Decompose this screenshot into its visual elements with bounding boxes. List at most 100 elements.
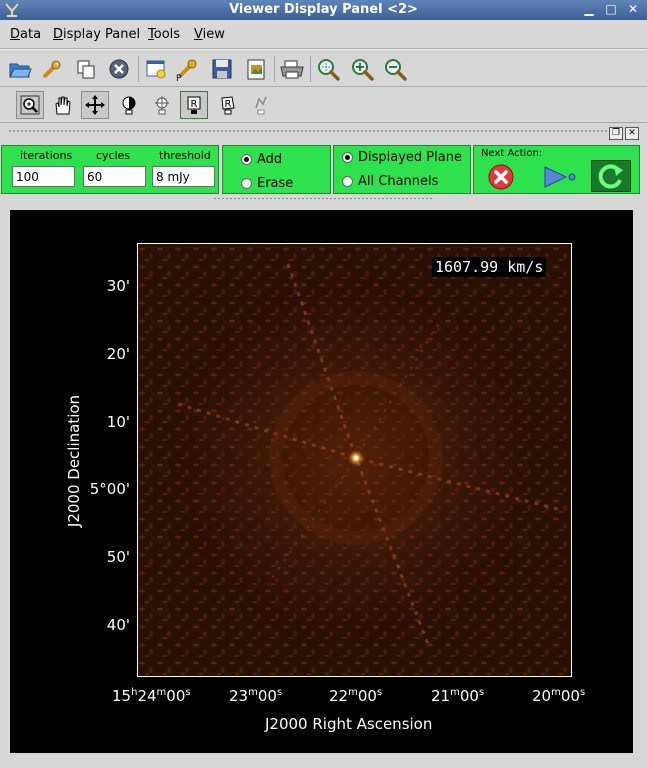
x-tick-label: 20m00s (532, 687, 586, 705)
y-tick-label: 20' (106, 345, 130, 363)
x-tick-label: 21m00s (431, 687, 485, 705)
toolbar2-separator-line (0, 122, 647, 123)
menu-display-panel[interactable]: Display Panel (53, 27, 140, 42)
menu-separator-light (0, 49, 647, 50)
pan-hand-icon[interactable] (48, 91, 76, 119)
y-tick-label: 50' (106, 548, 130, 566)
threshold-input[interactable] (152, 166, 215, 187)
image-canvas[interactable] (137, 243, 572, 677)
status-strip (0, 757, 647, 768)
y-tick-label: 10' (106, 413, 130, 431)
close-panel-icon[interactable] (105, 55, 133, 83)
main-toolbar: P (0, 53, 647, 87)
menu-data-label: ata (20, 27, 42, 42)
menu-view-label: iew (202, 27, 225, 42)
y-tick-label: 5°00' (89, 480, 130, 498)
open-folder-icon[interactable] (6, 55, 34, 83)
clean-parameters-group: iterations cycles threshold (1, 145, 219, 194)
y-axis-title: J2000 Declination (65, 394, 83, 528)
y-tick-label: 40' (106, 616, 130, 634)
cycles-input[interactable] (83, 166, 146, 187)
menu-display-panel-label: isplay Panel (63, 27, 141, 42)
add-radio[interactable]: Add (241, 152, 282, 167)
play-arrow-icon (544, 166, 576, 188)
erase-radio-indicator[interactable] (241, 178, 252, 189)
all-channels-label: All Channels (358, 174, 439, 189)
x-tick-seconds: 00 (459, 687, 479, 705)
svg-text:P: P (176, 74, 182, 82)
zoom-in-icon[interactable] (348, 55, 376, 83)
y-tick-label: 30' (106, 277, 130, 295)
done-cleaning-button[interactable] (591, 160, 631, 192)
zoom-out-icon[interactable] (381, 55, 409, 83)
panel-resize-grip[interactable] (213, 197, 433, 200)
contrast-tool-icon[interactable] (115, 91, 143, 119)
x-tick-seconds: 00 (257, 687, 277, 705)
rectangle-region-icon[interactable]: R (180, 91, 208, 119)
iterations-input[interactable] (12, 166, 75, 187)
menu-bar: Data Display Panel Tools View (0, 22, 647, 46)
close-icon[interactable]: ✕ (625, 2, 641, 17)
panel-wrench-icon[interactable]: P (174, 55, 202, 83)
dock-grip[interactable] (8, 129, 608, 133)
menu-data[interactable]: Data (10, 27, 41, 42)
window-title: Viewer Display Panel <2> (229, 2, 418, 17)
toolbar-separator (274, 56, 275, 82)
menu-data-key: D (10, 27, 21, 42)
save-icon[interactable] (208, 55, 236, 83)
mask-mode-group: Add Erase (222, 145, 331, 194)
mask-scope-group: Displayed Plane All Channels (333, 145, 471, 194)
x-tick-minutes: 24 (137, 687, 157, 705)
x-tick-minutes: 23 (229, 687, 249, 705)
stop-cleaning-button[interactable] (486, 163, 516, 191)
add-radio-indicator[interactable] (241, 154, 252, 165)
svg-text:R: R (191, 99, 198, 110)
polygon-region-icon[interactable]: R (214, 91, 242, 119)
new-panel-icon[interactable] (142, 55, 170, 83)
menu-view-key: V (194, 27, 203, 42)
erase-radio-label: Erase (257, 176, 294, 191)
maximize-icon[interactable]: □ (603, 2, 619, 17)
export-image-icon[interactable] (242, 55, 270, 83)
erase-radio[interactable]: Erase (241, 176, 293, 191)
move-arrows-icon[interactable] (81, 91, 109, 119)
svg-text:R: R (225, 99, 232, 110)
next-action-label: Next Action: (481, 148, 543, 159)
polyline-tool-icon[interactable] (247, 91, 275, 119)
displayed-plane-label: Displayed Plane (358, 150, 462, 165)
toolbar-separator (310, 56, 311, 82)
threshold-label: threshold (159, 149, 211, 162)
zoom-tool-icon[interactable] (16, 91, 44, 119)
wrench-icon[interactable] (38, 55, 66, 83)
x-tick-hours: 15 (112, 687, 132, 705)
x-tick-seconds: 00 (560, 687, 580, 705)
x-tick-minutes: 21 (431, 687, 451, 705)
menu-display-panel-key: D (53, 27, 64, 42)
dock-close-icon[interactable]: ✕ (625, 127, 639, 140)
all-channels-radio[interactable]: All Channels (342, 174, 438, 189)
velocity-label: 1607.99 km/s (432, 257, 547, 277)
displayed-plane-radio[interactable]: Displayed Plane (342, 150, 462, 165)
minimize-icon[interactable]: ▁ (581, 2, 597, 17)
menu-tools[interactable]: Tools (148, 27, 180, 42)
menu-tools-label: ools (153, 27, 181, 42)
zoom-fit-icon[interactable] (314, 55, 342, 83)
all-channels-radio-indicator[interactable] (342, 176, 353, 187)
x-tick-seconds: 00 (357, 687, 377, 705)
menu-view[interactable]: View (194, 27, 225, 42)
stop-icon (488, 164, 514, 190)
refresh-icon (598, 164, 623, 189)
radio-image (138, 244, 571, 676)
print-icon[interactable] (278, 55, 306, 83)
toolbar-separator (138, 56, 139, 82)
iterations-label: iterations (20, 149, 73, 162)
x-tick-label: 15h24m00s (112, 687, 191, 705)
undock-icon[interactable]: ❐ (609, 127, 623, 140)
crosshair-tool-icon[interactable] (148, 91, 176, 119)
mouse-tools-toolbar: R R (0, 88, 647, 122)
displayed-plane-radio-indicator[interactable] (342, 152, 353, 163)
continue-cleaning-button[interactable] (542, 163, 578, 191)
title-bar[interactable]: Viewer Display Panel <2> ▁ □ ✕ (0, 0, 647, 20)
x-tick-label: 23m00s (229, 687, 283, 705)
copy-icon[interactable] (72, 55, 100, 83)
